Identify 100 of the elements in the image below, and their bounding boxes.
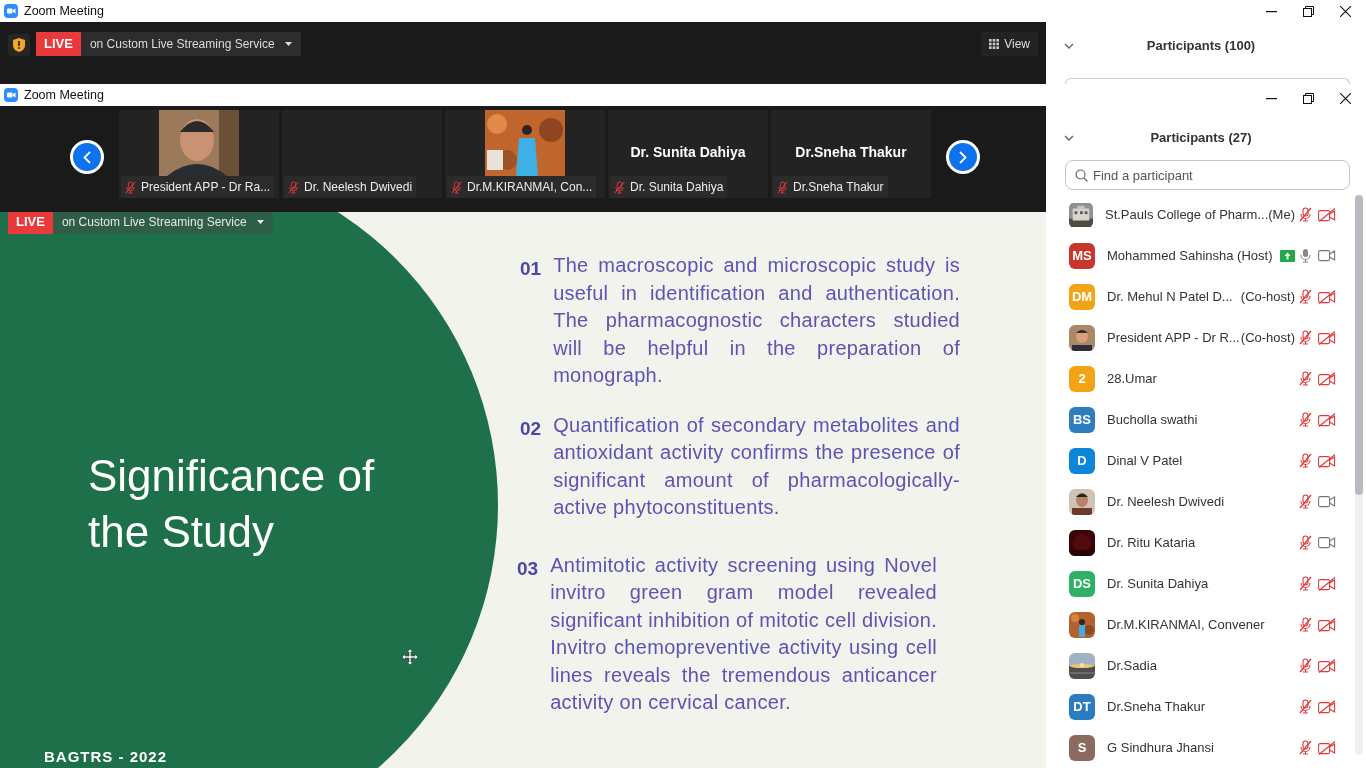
live-indicator: LIVE — [36, 32, 81, 56]
muted-mic-icon[interactable] — [125, 180, 136, 194]
participant-name: Dr.Sneha Thakur — [793, 179, 884, 196]
maximize-icon[interactable] — [1303, 6, 1314, 17]
shield-icon[interactable] — [13, 38, 25, 52]
video-icon[interactable] — [1318, 495, 1336, 508]
avatar-initials: DM — [1069, 283, 1095, 310]
video-icon[interactable] — [1318, 249, 1336, 262]
video-off-icon[interactable] — [1318, 576, 1336, 591]
app-logo-icon — [4, 4, 18, 18]
video-icon[interactable] — [1318, 536, 1336, 549]
participant-name: Mohammed Sahinsha (Host) — [1107, 246, 1273, 265]
stream-menu[interactable]: on Custom Live Streaming Service — [80, 32, 301, 56]
muted-mic-icon[interactable] — [1299, 617, 1312, 632]
grid-icon — [989, 39, 1000, 49]
muted-mic-icon[interactable] — [1299, 453, 1312, 468]
participant-name: St.Pauls College of Pharm... — [1104, 205, 1269, 224]
muted-mic-icon[interactable] — [1299, 289, 1312, 304]
point-text: Quantification of secondary metabolites and antioxidant activity confirms the presence of significant amount of pharmacologically-active phytoconstituents. — [553, 412, 960, 520]
participant-name: Dr.M.KIRANMAI, Convener — [1107, 615, 1265, 634]
move-cursor-icon — [402, 649, 418, 665]
next-button[interactable] — [946, 140, 980, 174]
video-off-icon[interactable] — [1318, 617, 1336, 632]
participant-row[interactable]: DS Dr. Sunita Dahiya — [1046, 563, 1366, 604]
scrollbar[interactable] — [1355, 195, 1363, 755]
video-off-icon[interactable] — [1318, 207, 1336, 222]
participant-row[interactable]: Dr.M.KIRANMAI, Convener — [1046, 604, 1366, 645]
muted-mic-icon[interactable] — [1299, 576, 1312, 591]
participant-name: Dr. Mehul N Patel D... — [1107, 287, 1233, 306]
muted-mic-icon[interactable] — [777, 180, 788, 194]
muted-mic-icon[interactable] — [1299, 535, 1312, 550]
muted-mic-icon[interactable] — [1299, 371, 1312, 386]
video-off-icon[interactable] — [1318, 330, 1336, 345]
participant-name: Dr.Sneha Thakur — [1107, 697, 1206, 716]
video-tile[interactable]: Dr. Neelesh Dwivedi — [282, 110, 442, 198]
participant-row[interactable]: St.Pauls College of Pharm...(Me) — [1046, 194, 1366, 235]
video-off-icon[interactable] — [1318, 371, 1336, 386]
participant-name: Dr. Neelesh Dwivedi — [1107, 492, 1225, 511]
participant-row[interactable]: S G Sindhura Jhansi — [1046, 727, 1366, 768]
slide-title: Significance of the Study — [88, 450, 376, 558]
participant-name: President APP - Dr Ra... — [141, 179, 271, 196]
slide-footer: BAGTRS - 2022 — [44, 745, 520, 768]
minimize-icon[interactable] — [1266, 10, 1277, 13]
maximize-icon[interactable] — [1303, 93, 1314, 104]
video-tile[interactable]: Dr. Sunita Dahiya Dr. Sunita Dahiya — [608, 110, 768, 198]
participant-row[interactable]: Dr.Sadia — [1046, 645, 1366, 686]
stream-menu[interactable]: on Custom Live Streaming Service — [52, 212, 273, 234]
minimize-icon[interactable] — [1266, 97, 1277, 100]
avatar-initials: DT — [1069, 693, 1095, 720]
close-icon[interactable] — [1340, 6, 1351, 17]
window-title: Zoom Meeting — [24, 2, 104, 20]
muted-mic-icon[interactable] — [1299, 658, 1312, 673]
previous-button[interactable] — [70, 140, 104, 174]
avatar-initials: D — [1069, 447, 1095, 474]
point-number: 02 — [520, 416, 542, 441]
muted-mic-icon[interactable] — [1299, 740, 1312, 755]
participant-row[interactable]: President APP - Dr R...(Co-host) — [1046, 317, 1366, 358]
participant-name: Bucholla swathi — [1107, 410, 1198, 429]
muted-mic-icon[interactable] — [288, 180, 299, 194]
muted-mic-icon[interactable] — [1299, 494, 1312, 509]
chevron-left-icon — [83, 150, 91, 164]
participant-name: Dinal V Patel — [1107, 451, 1183, 470]
participant-name: Dr. Neelesh Dwivedi — [304, 179, 413, 196]
video-off-icon[interactable] — [1318, 699, 1336, 714]
participant-row[interactable]: Dr. Neelesh Dwivedi — [1046, 481, 1366, 522]
participant-row[interactable]: Dr. Ritu Kataria — [1046, 522, 1366, 563]
mic-icon[interactable] — [1299, 248, 1312, 263]
video-off-icon[interactable] — [1318, 740, 1336, 755]
video-tile[interactable]: President APP - Dr Ra... — [119, 110, 279, 198]
muted-mic-icon[interactable] — [1299, 330, 1312, 345]
participant-role: (Co-host) — [1240, 328, 1296, 347]
participant-row[interactable]: DM Dr. Mehul N Patel D... (Co-host) — [1046, 276, 1366, 317]
participant-row[interactable]: DT Dr.Sneha Thakur — [1046, 686, 1366, 727]
app-logo-icon — [4, 88, 18, 102]
video-off-icon[interactable] — [1318, 412, 1336, 427]
participant-row[interactable]: MS Mohammed Sahinsha (Host) — [1046, 235, 1366, 276]
point-number: 01 — [520, 257, 542, 281]
muted-mic-icon[interactable] — [1299, 699, 1312, 714]
participant-row[interactable]: BS Bucholla swathi — [1046, 399, 1366, 440]
participant-row[interactable]: 2 28.Umar — [1046, 358, 1366, 399]
view-button[interactable]: View — [981, 32, 1038, 56]
muted-mic-icon[interactable] — [1299, 412, 1312, 427]
video-tile[interactable]: Dr.Sneha Thakur Dr.Sneha Thakur — [771, 110, 931, 198]
participant-row[interactable]: D Dinal V Patel — [1046, 440, 1366, 481]
window-title: Zoom Meeting — [24, 86, 104, 104]
point-number: 03 — [517, 556, 539, 581]
participant-name: G Sindhura Jhansi — [1107, 738, 1214, 757]
chevron-icon[interactable] — [1064, 43, 1074, 49]
video-off-icon[interactable] — [1318, 289, 1336, 304]
video-off-icon[interactable] — [1318, 453, 1336, 468]
video-tile[interactable]: Dr.M.KIRANMAI, Con... — [445, 110, 605, 198]
search-field[interactable]: Find a participant — [1065, 160, 1350, 190]
muted-mic-icon[interactable] — [451, 180, 462, 194]
chevron-icon[interactable] — [1064, 135, 1074, 141]
muted-mic-icon[interactable] — [1299, 207, 1312, 222]
participant-name: Dr. Sunita Dahiya — [630, 179, 724, 196]
video-off-icon[interactable] — [1318, 658, 1336, 673]
muted-mic-icon[interactable] — [614, 180, 625, 194]
participant-name: Dr.Sadia — [1107, 656, 1157, 675]
close-icon[interactable] — [1340, 93, 1351, 104]
